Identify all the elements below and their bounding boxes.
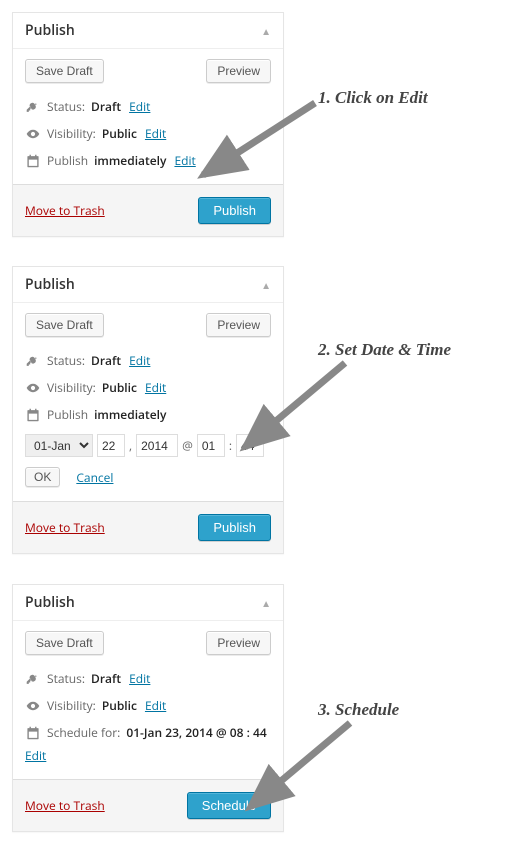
visibility-edit-link[interactable]: Edit: [145, 697, 166, 714]
schedule-label: Schedule for:: [47, 724, 120, 741]
status-label: Status:: [47, 352, 85, 369]
move-to-trash-link[interactable]: Move to Trash: [25, 202, 105, 219]
day-input[interactable]: [97, 434, 125, 457]
arrow-3: [240, 715, 360, 820]
panel-footer: Move to Trash Publish: [13, 184, 283, 236]
visibility-row: Visibility: Public Edit: [25, 692, 271, 719]
panel-title: Publish: [25, 275, 75, 294]
key-icon: [25, 672, 41, 686]
status-edit-link[interactable]: Edit: [129, 98, 150, 115]
save-draft-button[interactable]: Save Draft: [25, 313, 104, 337]
visibility-label: Visibility:: [47, 379, 96, 396]
panel-header: Publish ▲: [13, 585, 283, 621]
panel-title: Publish: [25, 593, 75, 612]
save-draft-button[interactable]: Save Draft: [25, 631, 104, 655]
key-icon: [25, 100, 41, 114]
arrow-1: [195, 95, 325, 190]
action-row: Save Draft Preview: [25, 59, 271, 83]
at-sign: @: [182, 437, 193, 454]
preview-button[interactable]: Preview: [206, 631, 271, 655]
action-row: Save Draft Preview: [25, 313, 271, 337]
publish-label: Publish: [47, 406, 88, 423]
status-label: Status:: [47, 670, 85, 687]
panel-footer: Move to Trash Publish: [13, 501, 283, 553]
ok-button[interactable]: OK: [25, 467, 60, 487]
schedule-edit-link[interactable]: Edit: [25, 747, 271, 764]
comma: ,: [129, 437, 132, 454]
ok-row: OK Cancel: [25, 459, 271, 491]
visibility-edit-link[interactable]: Edit: [145, 125, 166, 142]
preview-button[interactable]: Preview: [206, 59, 271, 83]
panel-header: Publish ▲: [13, 13, 283, 49]
visibility-value: Public: [102, 697, 137, 714]
calendar-icon: [25, 726, 41, 740]
calendar-icon: [25, 154, 41, 168]
visibility-label: Visibility:: [47, 125, 96, 142]
collapse-toggle[interactable]: ▲: [261, 278, 271, 292]
status-value: Draft: [91, 98, 121, 115]
publish-label: Publish: [47, 152, 88, 169]
eye-icon: [25, 127, 41, 141]
colon: :: [229, 437, 232, 454]
status-row: Status: Draft Edit: [25, 665, 271, 692]
collapse-toggle[interactable]: ▲: [261, 24, 271, 38]
month-select[interactable]: 01-Jan: [25, 434, 93, 457]
publish-edit-link[interactable]: Edit: [174, 152, 195, 169]
status-edit-link[interactable]: Edit: [129, 352, 150, 369]
save-draft-button[interactable]: Save Draft: [25, 59, 104, 83]
status-label: Status:: [47, 98, 85, 115]
publish-button[interactable]: Publish: [198, 514, 271, 541]
publish-button[interactable]: Publish: [198, 197, 271, 224]
status-value: Draft: [91, 670, 121, 687]
publish-value: immediately: [94, 406, 166, 423]
visibility-value: Public: [102, 125, 137, 142]
eye-icon: [25, 699, 41, 713]
calendar-icon: [25, 408, 41, 422]
year-input[interactable]: [136, 434, 178, 457]
visibility-label: Visibility:: [47, 697, 96, 714]
panel-header: Publish ▲: [13, 267, 283, 303]
eye-icon: [25, 381, 41, 395]
move-to-trash-link[interactable]: Move to Trash: [25, 797, 105, 814]
key-icon: [25, 354, 41, 368]
schedule-row: Schedule for: 01-Jan 23, 2014 @ 08 : 44 …: [25, 719, 271, 769]
arrow-2: [235, 355, 355, 460]
cancel-link[interactable]: Cancel: [76, 469, 113, 486]
visibility-value: Public: [102, 379, 137, 396]
visibility-edit-link[interactable]: Edit: [145, 379, 166, 396]
panel-title: Publish: [25, 21, 75, 40]
move-to-trash-link[interactable]: Move to Trash: [25, 519, 105, 536]
status-edit-link[interactable]: Edit: [129, 670, 150, 687]
hour-input[interactable]: [197, 434, 225, 457]
preview-button[interactable]: Preview: [206, 313, 271, 337]
publish-value: immediately: [94, 152, 166, 169]
action-row: Save Draft Preview: [25, 631, 271, 655]
annotation-step1: 1. Click on Edit: [318, 88, 428, 108]
collapse-toggle[interactable]: ▲: [261, 596, 271, 610]
status-value: Draft: [91, 352, 121, 369]
